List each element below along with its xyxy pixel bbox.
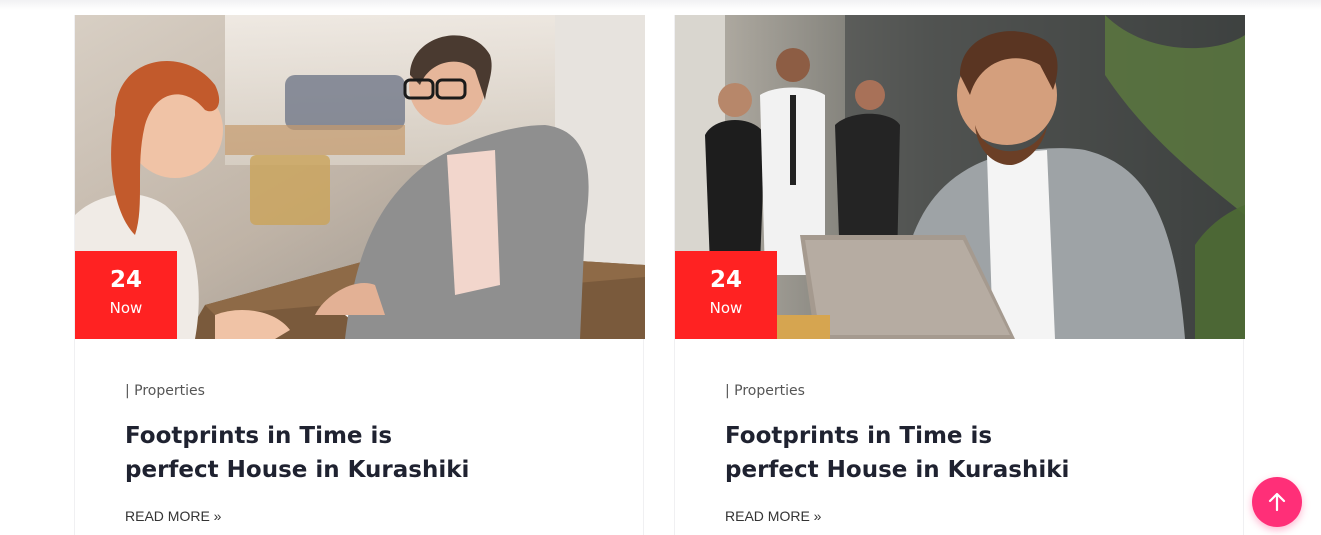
blog-card: 24 Now | Properties Footprints in Time i… [74,15,645,535]
blog-card-body: | Properties Footprints in Time is perfe… [675,339,1243,526]
date-badge: 24 Now [675,251,777,339]
blog-card-image[interactable]: 24 Now [75,15,645,339]
read-more-link[interactable]: READ MORE » [125,508,221,524]
arrow-up-icon [1268,492,1286,512]
date-month: Now [109,299,143,317]
blog-card-image[interactable]: 24 Now [675,15,1245,339]
date-badge: 24 Now [75,251,177,339]
date-day: 24 [109,267,142,293]
post-title[interactable]: Footprints in Time is perfect House in K… [125,419,470,487]
header-shadow [0,0,1321,10]
blog-card: 24 Now | Properties Footprints in Time i… [674,15,1245,535]
date-day: 24 [709,267,742,293]
blog-card-body: | Properties Footprints in Time is perfe… [75,339,643,526]
post-title[interactable]: Footprints in Time is perfect House in K… [725,419,1070,487]
read-more-link[interactable]: READ MORE » [725,508,821,524]
date-month: Now [709,299,743,317]
back-to-top-button[interactable] [1252,477,1302,527]
post-category[interactable]: | Properties [725,383,1193,399]
post-category[interactable]: | Properties [125,383,593,399]
